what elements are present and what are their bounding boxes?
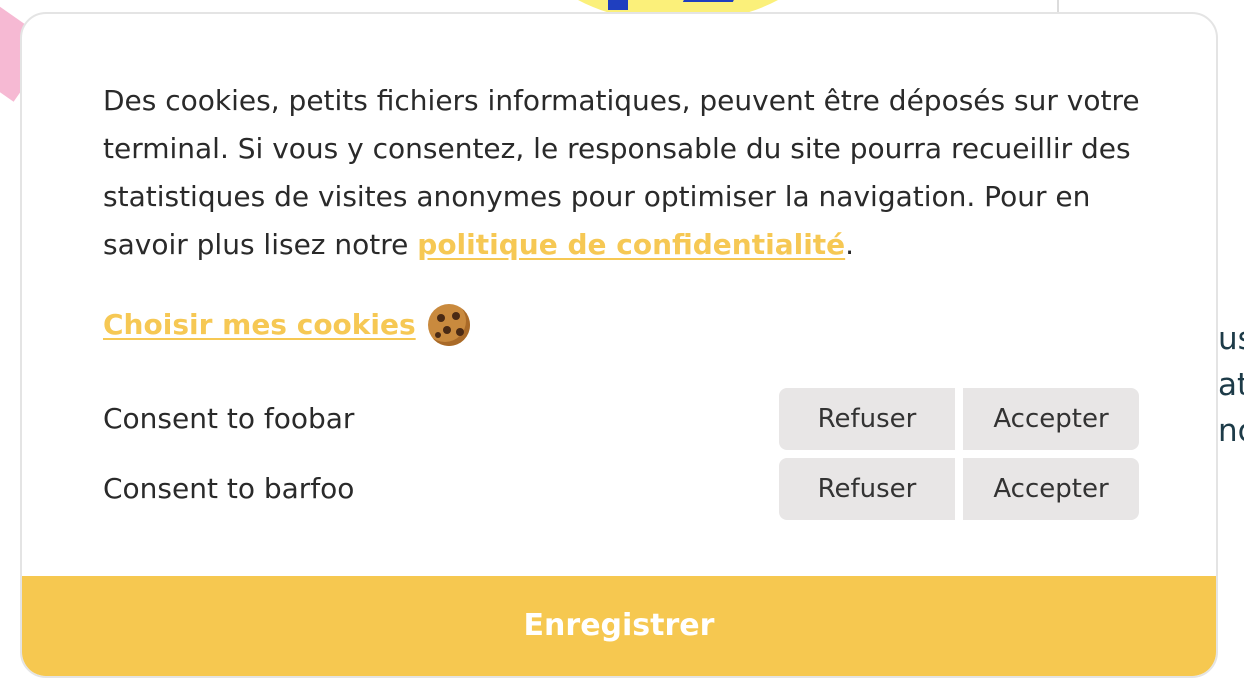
cookie-icon xyxy=(427,304,470,346)
background-page-text: us at nc xyxy=(1218,316,1244,454)
refuse-button[interactable]: Refuser xyxy=(779,388,955,450)
logo-mark xyxy=(608,0,628,10)
accept-button[interactable]: Accepter xyxy=(963,388,1139,450)
choose-cookies: Choisir mes cookies xyxy=(103,301,470,349)
logo-mark xyxy=(682,0,744,2)
background-text-line: us xyxy=(1218,321,1244,357)
consent-label: Consent to barfoo xyxy=(103,472,355,505)
consent-row-foobar: Consent to foobar Refuser Accepter xyxy=(103,388,1139,450)
cookie-intro-text: Des cookies, petits fichiers informatiqu… xyxy=(103,77,1143,269)
background-text-line: at xyxy=(1218,367,1244,403)
cookie-consent-modal: Des cookies, petits fichiers informatiqu… xyxy=(20,12,1218,678)
consent-label: Consent to foobar xyxy=(103,402,355,435)
accept-button[interactable]: Accepter xyxy=(963,458,1139,520)
background-text-line: nc xyxy=(1218,413,1244,449)
page: us at nc Des cookies, petits fichiers in… xyxy=(0,0,1244,694)
privacy-policy-link[interactable]: politique de confidentialité xyxy=(417,228,845,261)
save-button[interactable]: Enregistrer xyxy=(22,576,1216,676)
choose-cookies-link[interactable]: Choisir mes cookies xyxy=(103,301,416,349)
refuse-button[interactable]: Refuser xyxy=(779,458,955,520)
intro-end: . xyxy=(845,228,855,261)
consent-row-barfoo: Consent to barfoo Refuser Accepter xyxy=(103,458,1139,520)
